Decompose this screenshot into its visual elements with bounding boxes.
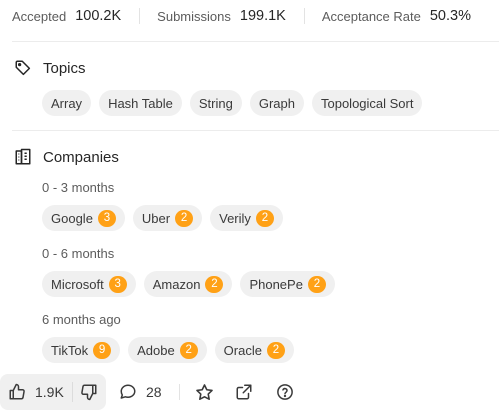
company-tag[interactable]: Amazon 2 (143, 271, 233, 297)
company-tag[interactable]: Oracle 2 (214, 337, 294, 363)
companies-title: Companies (43, 148, 119, 166)
share-icon (235, 383, 253, 401)
count-badge: 3 (108, 275, 127, 293)
stats-bar: Accepted 100.2K Submissions 199.1K Accep… (12, 0, 501, 32)
company-name: Verily (219, 210, 251, 226)
count-badge: 3 (97, 209, 116, 227)
dislike-button[interactable] (73, 374, 105, 410)
company-tag[interactable]: PhonePe 2 (240, 271, 335, 297)
thumbs-down-icon (80, 383, 98, 401)
topics-title: Topics (43, 59, 86, 77)
accepted-label: Accepted (12, 8, 67, 24)
company-tags: Google 3 Uber 2 Verily 2 (42, 205, 283, 231)
favorite-button[interactable] (195, 374, 214, 410)
topic-tag[interactable]: Topological Sort (311, 90, 423, 116)
period-label: 0 - 6 months (42, 246, 115, 261)
company-name: Oracle (223, 342, 262, 358)
count-badge: 2 (205, 275, 224, 293)
acceptance-rate-value: 50.3% (429, 8, 471, 24)
tag-icon (14, 58, 34, 78)
company-tag[interactable]: Adobe 2 (128, 337, 207, 363)
company-name: PhonePe (249, 276, 303, 292)
company-tag[interactable]: Verily 2 (210, 205, 283, 231)
help-button[interactable] (276, 374, 294, 410)
company-tag[interactable]: Uber 2 (132, 205, 203, 231)
company-name: Adobe (137, 342, 175, 358)
company-name: Amazon (152, 276, 201, 292)
count-badge: 2 (307, 275, 326, 293)
question-icon (276, 383, 294, 401)
companies-header[interactable]: Companies (14, 147, 119, 167)
stat-divider (139, 8, 141, 24)
comments-button[interactable]: 28 (119, 374, 162, 410)
company-tags: TikTok 9 Adobe 2 Oracle 2 (42, 337, 294, 363)
count-badge: 2 (255, 209, 274, 227)
share-button[interactable] (235, 374, 253, 410)
acceptance-rate-label: Acceptance Rate (321, 8, 421, 24)
topic-tag[interactable]: Graph (249, 90, 304, 116)
building-icon (14, 147, 34, 167)
period-label: 0 - 3 months (42, 180, 115, 195)
star-icon (195, 383, 214, 402)
comment-count: 28 (146, 384, 162, 400)
topic-tags: Array Hash Table String Graph Topologica… (42, 90, 423, 116)
divider (12, 41, 499, 42)
like-button[interactable]: 1.9K (0, 374, 72, 410)
topics-header[interactable]: Topics (14, 58, 86, 78)
company-name: Google (51, 210, 93, 226)
divider (12, 130, 499, 131)
like-count: 1.9K (35, 384, 64, 400)
count-badge: 2 (266, 341, 285, 359)
company-tag[interactable]: Google 3 (42, 205, 125, 231)
stat-divider (303, 8, 305, 24)
company-name: Uber (141, 210, 171, 226)
submissions-label: Submissions (157, 8, 231, 24)
accepted-value: 100.2K (75, 8, 122, 24)
vote-group: 1.9K (0, 374, 106, 410)
thumbs-up-icon (8, 383, 26, 401)
topic-tag[interactable]: Hash Table (99, 90, 182, 116)
submissions-value: 199.1K (239, 8, 286, 24)
company-tags: Microsoft 3 Amazon 2 PhonePe 2 (42, 271, 335, 297)
company-tag[interactable]: Microsoft 3 (42, 271, 136, 297)
action-bar: 1.9K 28 (0, 374, 501, 410)
count-badge: 9 (93, 341, 112, 359)
company-name: Microsoft (51, 276, 104, 292)
topic-tag[interactable]: Array (42, 90, 92, 116)
topic-tag[interactable]: String (189, 90, 242, 116)
count-badge: 2 (175, 209, 194, 227)
company-name: TikTok (51, 342, 89, 358)
comment-icon (119, 383, 137, 401)
period-label: 6 months ago (42, 312, 121, 327)
count-badge: 2 (179, 341, 198, 359)
company-tag[interactable]: TikTok 9 (42, 337, 121, 363)
action-divider (179, 384, 180, 400)
